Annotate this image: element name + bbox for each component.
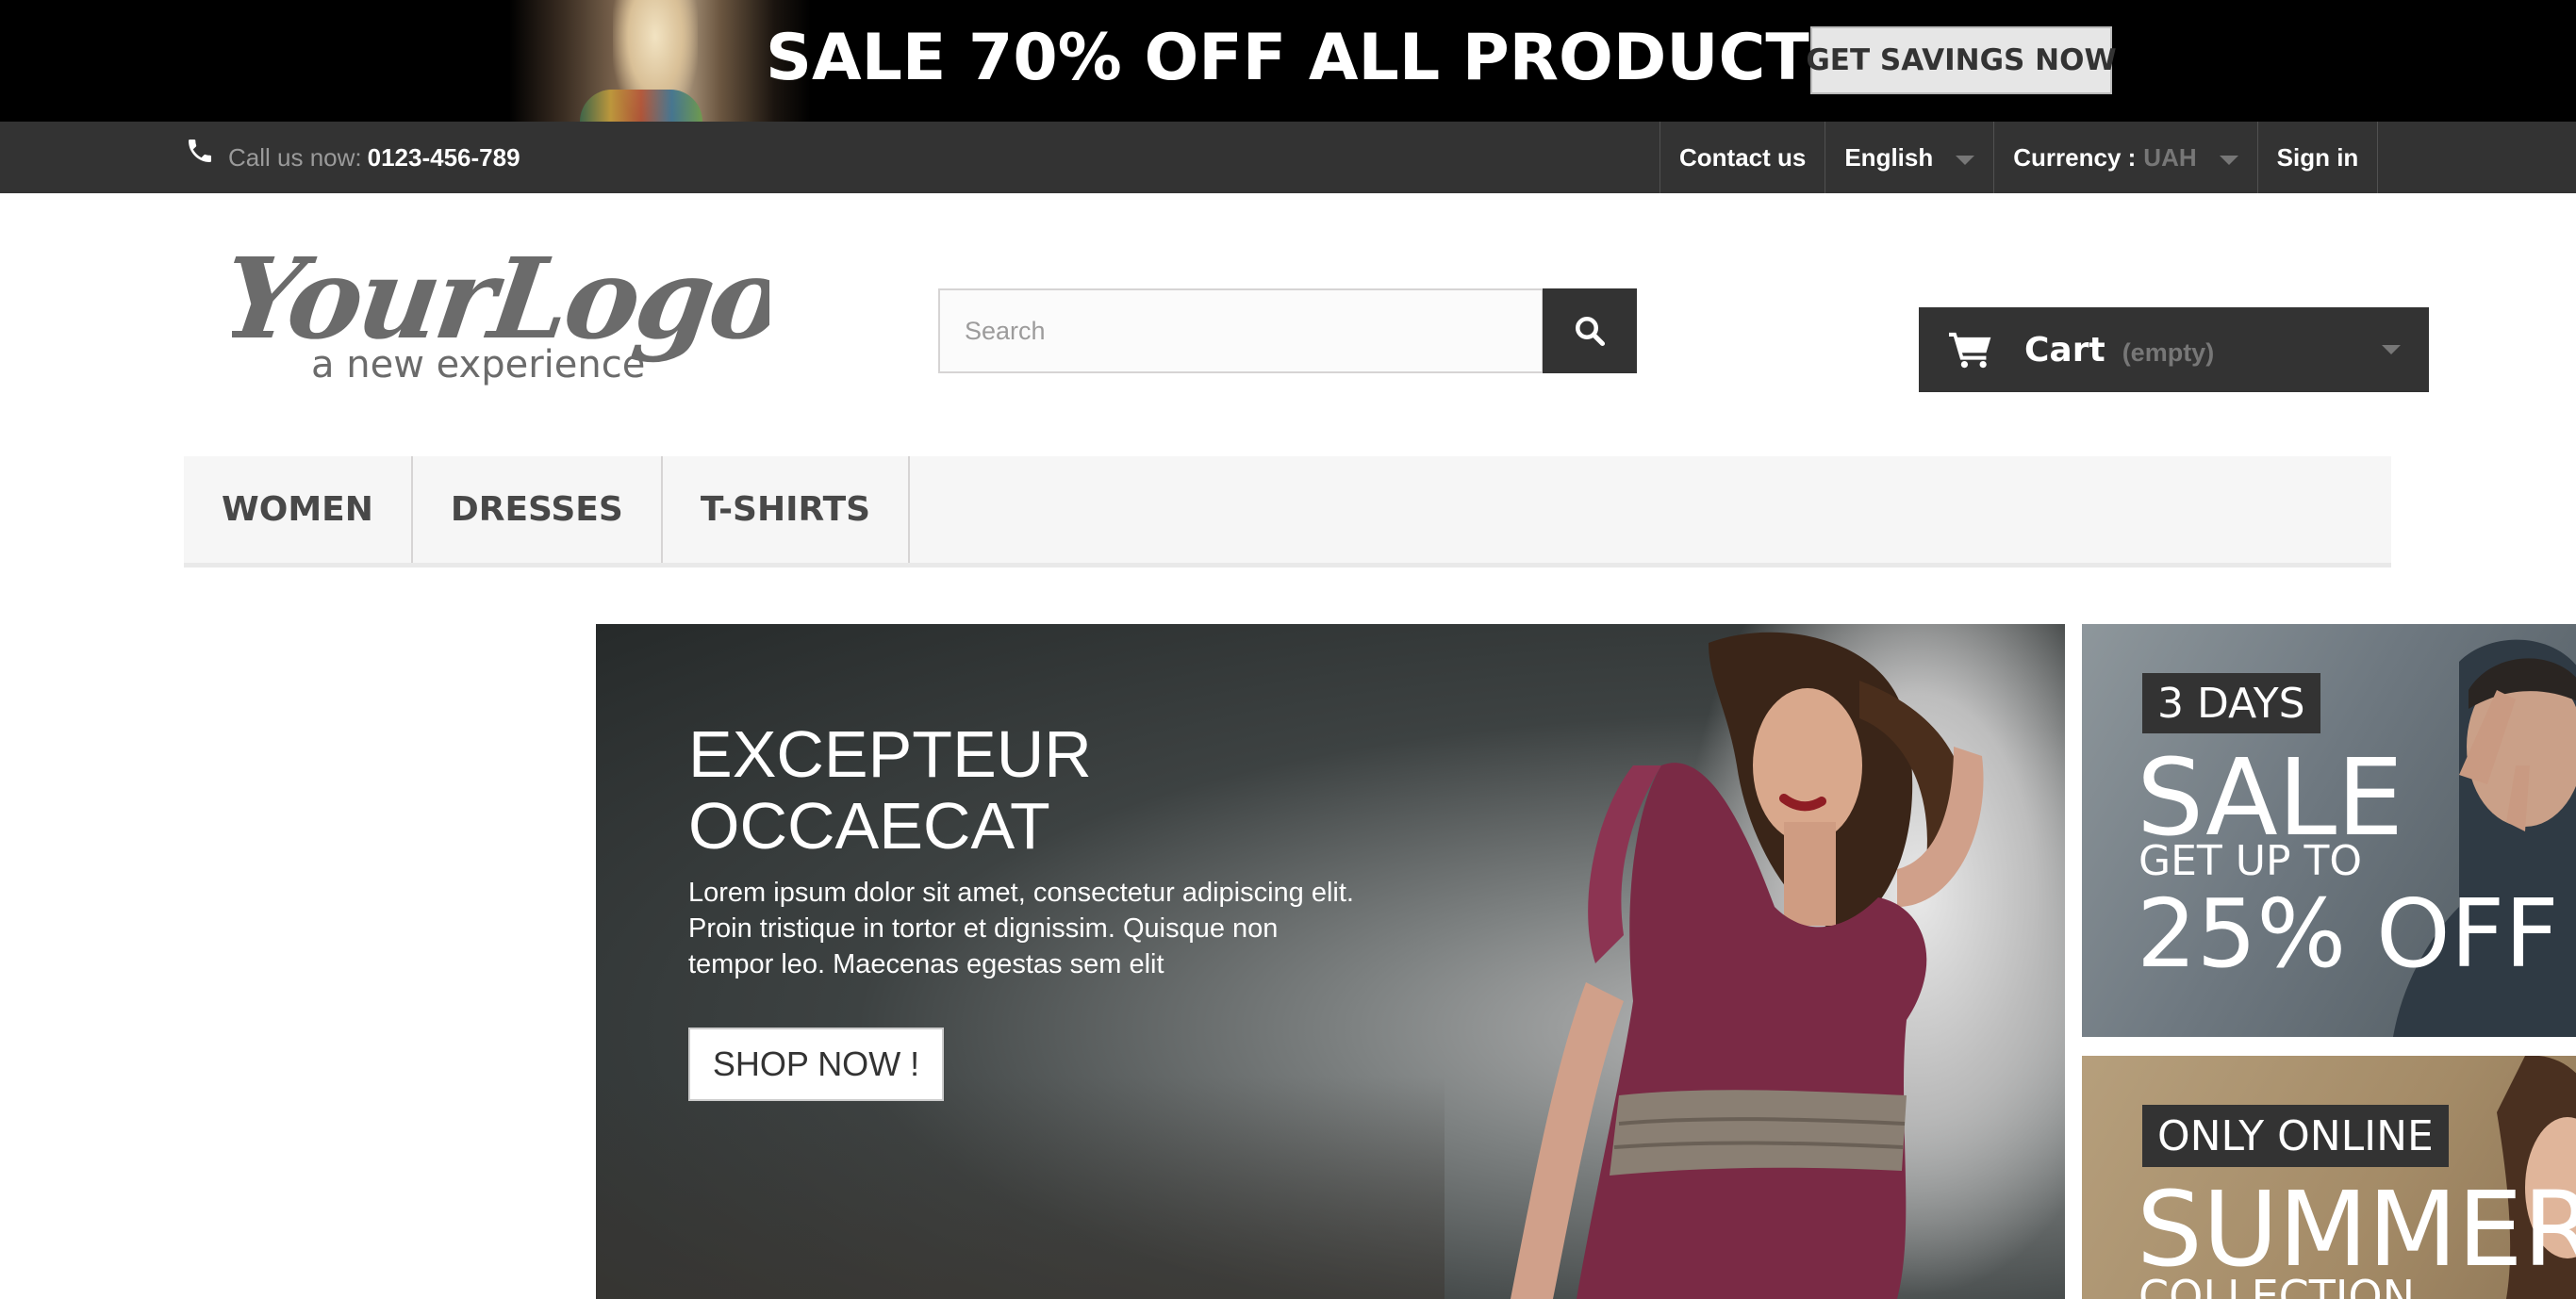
phone-number: 0123-456-789 [367,142,520,172]
hero-title: EXCEPTEUR OCCAECAT [688,717,1092,863]
sign-in-label: Sign in [2276,142,2359,172]
call-us: Call us now: 0123-456-789 [185,122,520,193]
chevron-down-icon [2219,156,2238,165]
phone-icon [189,140,211,162]
top-nav: Contact us English Currency : UAH Sign i… [1660,122,2379,193]
currency-selector[interactable]: Currency : UAH [1993,122,2256,193]
promo-title: SALE 70% OFF ALL PRODUCTS [766,21,1856,95]
chevron-down-icon [2382,345,2401,354]
shop-now-button[interactable]: SHOP NOW ! [688,1028,944,1101]
main-menu: WOMEN DRESSES T-SHIRTS [184,456,2391,567]
sale-percent: 25% OFF [2137,879,2559,989]
contact-us-label: Contact us [1679,142,1807,172]
side-banner-summer[interactable]: ONLY ONLINE SUMMER COLLECTION [2082,1056,2576,1299]
hero-text: Lorem ipsum dolor sit amet, consectetur … [688,878,1354,979]
language-selector[interactable]: English [1825,122,1993,193]
currency-value: UAH [2143,142,2197,172]
sale-tag: 3 DAYS [2142,673,2320,733]
logo-tagline: a new experience [311,343,645,386]
get-savings-button[interactable]: GET SAVINGS NOW [1806,26,2117,94]
search-button[interactable] [1543,288,1637,373]
menu-item-dresses[interactable]: DRESSES [413,456,663,563]
search-input[interactable] [938,288,1544,373]
sign-in-link[interactable]: Sign in [2256,122,2379,193]
hero-slide[interactable]: EXCEPTEUR OCCAECAT Lorem ipsum dolor sit… [596,624,2065,1299]
online-tag: ONLY ONLINE [2142,1105,2449,1167]
side-banner-sale[interactable]: 3 DAYS SALE GET UP TO 25% OFF [2082,624,2576,1037]
currency-label: Currency : [2013,142,2137,172]
cart-icon [1949,332,1991,369]
menu-item-women[interactable]: WOMEN [184,456,413,563]
chevron-down-icon [1956,156,1975,165]
search-icon [1576,317,1606,347]
top-bar: Call us now: 0123-456-789 Contact us Eng… [0,122,2576,193]
cart-status: (empty) [2122,337,2215,367]
contact-us-link[interactable]: Contact us [1660,122,1825,193]
search-bar [938,288,1637,373]
promo-banner[interactable]: SALE 70% OFF ALL PRODUCTS GET SAVINGS NO… [0,0,2576,122]
language-value: English [1844,142,1934,172]
cart-button[interactable]: Cart (empty) [1919,307,2429,392]
store-logo[interactable]: YourLogo a new experience [232,236,769,396]
summer-subline: COLLECTION [2138,1271,2416,1299]
cart-label: Cart [2024,330,2105,370]
call-label: Call us now: [228,142,362,172]
menu-item-t-shirts[interactable]: T-SHIRTS [663,456,911,563]
